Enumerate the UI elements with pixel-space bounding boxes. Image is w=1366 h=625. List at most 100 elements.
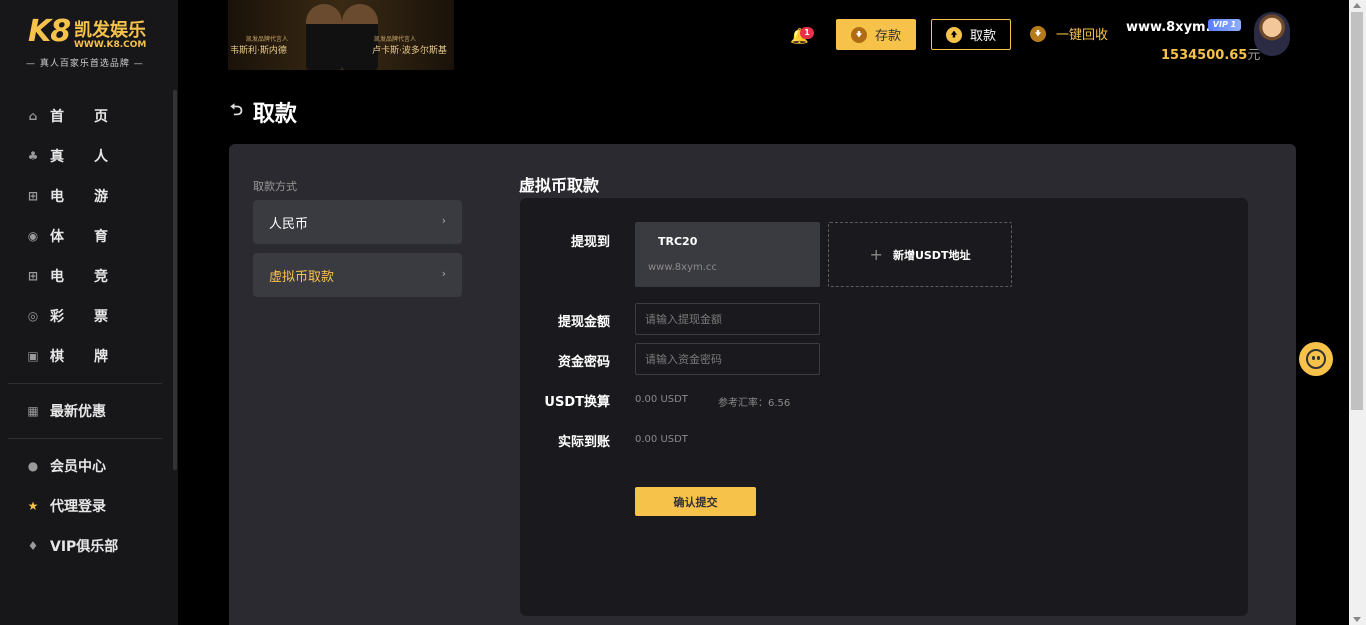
label-char: 体 [50, 229, 64, 245]
sidebar-item-lottery[interactable]: ◎ 彩 票 [0, 296, 170, 336]
label-char: 人 [94, 149, 108, 165]
section-title: 虚拟币取款 [519, 176, 600, 195]
label-char: 游 [94, 189, 108, 205]
account-balance: 1534500.65元 [1161, 44, 1260, 63]
ambassador-photo [342, 4, 378, 70]
sidebar-divider [8, 383, 162, 384]
usdt-convert-label: USDT换算 [544, 395, 610, 410]
banner-name: 韦斯利·斯内德 [230, 46, 287, 56]
sidebar-item-label: VIP俱乐部 [50, 539, 119, 555]
chevron-right-icon: › [441, 267, 446, 280]
back-arrow-icon[interactable]: ⮌ [230, 99, 243, 126]
sidebar-item-label: 电竞 [50, 266, 108, 286]
customer-support-button[interactable] [1299, 342, 1333, 376]
label-char: 彩 [50, 309, 64, 325]
fund-password-input[interactable] [635, 343, 820, 375]
avatar[interactable] [1254, 12, 1290, 56]
sidebar-item-label: 最新优惠 [50, 404, 106, 420]
submit-button[interactable]: 确认提交 [635, 487, 756, 516]
plus-icon: + [869, 245, 883, 264]
exchange-rate: 参考汇率：6.56 [718, 398, 791, 409]
logo-url: WWW.K8.COM [74, 40, 147, 50]
sidebar-item-slots[interactable]: ⊞ 电游 [0, 176, 170, 216]
banner-caption: 凯发品牌代言人 [374, 36, 417, 43]
sidebar-item-label: 电游 [50, 186, 108, 206]
actual-amount-value: 0.00 USDT [635, 434, 688, 445]
sidebar-item-member-center[interactable]: ● 会员中心 [0, 446, 170, 486]
network-label: TRC20 [658, 235, 698, 248]
amount-label: 提现金额 [557, 315, 610, 330]
label-char: 牌 [94, 349, 108, 365]
sidebar-item-label: 代理登录 [50, 499, 106, 515]
recycle-icon [1030, 25, 1046, 42]
label-char: 电 [50, 189, 64, 205]
usdt-address-card[interactable]: TRC20 www.8xym.cc [635, 222, 820, 287]
banner-name: 卢卡斯·波多尔斯基 [372, 46, 447, 56]
deposit-button[interactable]: 存款 [836, 19, 916, 50]
cards-icon: ▣ [27, 349, 39, 363]
withdraw-button[interactable]: 取款 [931, 19, 1011, 50]
label-char: 棋 [50, 349, 64, 365]
deposit-icon [850, 26, 867, 43]
page-scrollbar[interactable] [1349, 0, 1366, 625]
method-item-label: 人民币 [269, 216, 309, 232]
logo-tagline: — 真人百家乐首选品牌 — [26, 59, 144, 69]
method-item-rmb[interactable]: 人民币 › [253, 200, 462, 244]
soccer-ball-icon: ◉ [27, 229, 39, 243]
amount-input[interactable] [635, 303, 820, 335]
label-char: 票 [94, 309, 108, 325]
label-char: 育 [94, 229, 108, 245]
deposit-label: 存款 [874, 29, 901, 44]
sidebar-item-label: 会员中心 [50, 459, 106, 475]
method-item-crypto[interactable]: 虚拟币取款 › [253, 253, 462, 297]
wallet-address: www.8xym.cc [648, 262, 717, 273]
sidebar-item-live[interactable]: ♣ 真人 [0, 136, 170, 176]
withdraw-icon [945, 26, 962, 43]
ambassador-banner[interactable]: 凯发品牌代言人 韦斯利·斯内德 凯发品牌代言人 卢卡斯·波多尔斯基 [228, 0, 454, 70]
method-item-label: 虚拟币取款 [269, 269, 335, 285]
sidebar-item-esports[interactable]: ⊞ 电竞 [0, 256, 170, 296]
page-title-text: 取款 [252, 102, 297, 127]
withdraw-panel: 取款方式 人民币 › 虚拟币取款 › 虚拟币取款 提现到 TRC20 www.8… [229, 144, 1296, 625]
sidebar-item-home[interactable]: ⌂ 首页 [0, 96, 170, 136]
sidebar-item-promotions[interactable]: ▦ 最新优惠 [0, 391, 170, 431]
one-click-recycle-button[interactable]: 一键回收 [1030, 24, 1108, 43]
banner-caption: 凯发品牌代言人 [246, 36, 289, 43]
chevron-right-icon: › [441, 214, 446, 227]
sidebar-item-label: 首页 [50, 106, 108, 126]
vip-badge: VIP 1 [1208, 19, 1241, 31]
gamepad-icon: ⊞ [27, 189, 39, 203]
logo-chinese-name: 凯发娱乐 [74, 20, 146, 41]
scrollbar-thumb[interactable] [1351, 12, 1363, 410]
logo-k8: K8 [28, 14, 71, 49]
esports-icon: ⊞ [27, 269, 39, 283]
usdt-convert-value: 0.00 USDT [635, 394, 688, 405]
user-icon: ● [27, 459, 39, 473]
label-char: 首 [50, 109, 64, 125]
sidebar-item-agent-login[interactable]: ★ 代理登录 [0, 486, 170, 526]
diamond-icon: ♦ [27, 539, 39, 553]
sidebar-item-sports[interactable]: ◉ 体 育 [0, 216, 170, 256]
scroll-down-icon[interactable] [1353, 617, 1361, 622]
sidebar-item-cards[interactable]: ▣ 棋 牌 [0, 336, 170, 376]
scroll-up-icon[interactable] [1353, 3, 1361, 8]
top-header: 凯发品牌代言人 韦斯利·斯内德 凯发品牌代言人 卢卡斯·波多尔斯基 🔔 1 存款… [178, 0, 1349, 72]
label-char: 页 [94, 109, 108, 125]
home-icon: ⌂ [28, 109, 38, 123]
gift-icon: ▦ [27, 404, 39, 418]
withdraw-to-label: 提现到 [570, 235, 610, 250]
lottery-icon: ◎ [27, 309, 39, 323]
sidebar-item-vip-club[interactable]: ♦ VIP俱乐部 [0, 526, 170, 566]
sidebar-item-label: 真人 [50, 146, 108, 166]
add-usdt-address-button[interactable]: + 新增USDT地址 [828, 222, 1012, 287]
notification-badge: 1 [800, 27, 814, 39]
sidebar-scrollbar[interactable] [173, 90, 177, 470]
crypto-withdraw-form: 提现到 TRC20 www.8xym.cc + 新增USDT地址 提现金额 资金… [520, 198, 1248, 616]
star-icon: ★ [27, 499, 39, 513]
fund-password-label: 资金密码 [557, 355, 610, 370]
brand-logo[interactable]: K8 凯发娱乐 WWW.K8.COM — 真人百家乐首选品牌 — [20, 12, 160, 72]
withdraw-method-label: 取款方式 [253, 180, 297, 193]
ambassador-photo [306, 4, 342, 70]
withdraw-label: 取款 [969, 29, 996, 44]
headset-icon [1306, 349, 1326, 369]
